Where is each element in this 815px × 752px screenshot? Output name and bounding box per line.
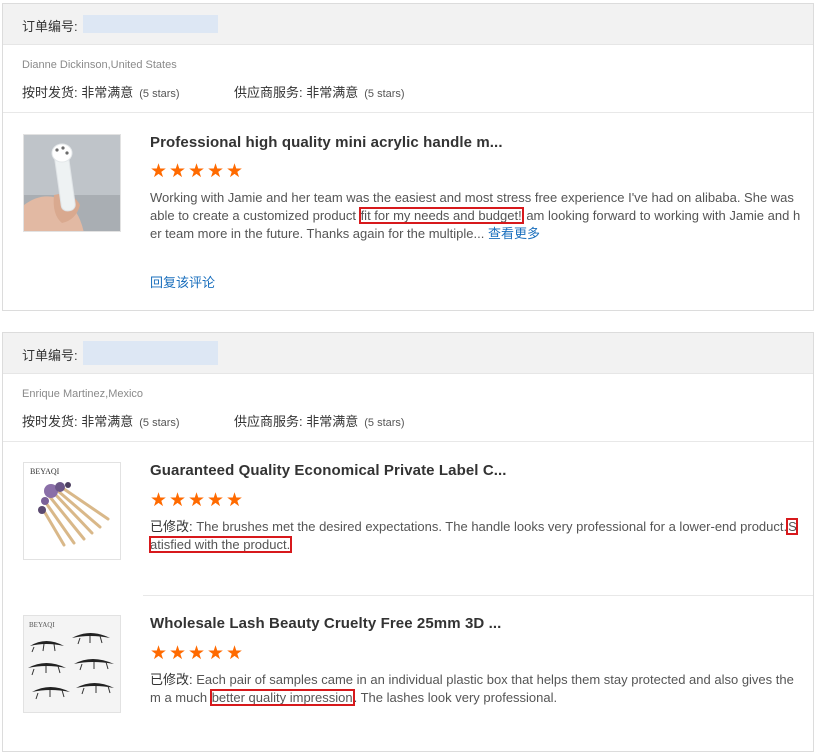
star-icon: ★ bbox=[226, 490, 244, 511]
brand-logo-text: BEYAQI bbox=[30, 467, 60, 476]
order-number-label: 订单编号: bbox=[22, 19, 78, 34]
product-photo-acrylic-brush bbox=[24, 135, 120, 231]
star-icon: ★ bbox=[207, 490, 225, 511]
product-photo-brush-set: BEYAQI bbox=[24, 463, 120, 559]
ratings-row: 按时发货: 非常满意 (5 stars) 供应商服务: 非常满意 (5 stars) bbox=[22, 411, 405, 430]
order-number-redacted bbox=[83, 341, 218, 365]
service-rating-label: 供应商服务: 非常满意 bbox=[234, 85, 359, 100]
highlighted-phrase: better quality impression bbox=[209, 689, 355, 706]
star-icon: ★ bbox=[150, 643, 168, 664]
order-header: 订单编号: bbox=[3, 333, 813, 374]
order-number-label: 订单编号: bbox=[22, 348, 78, 363]
delivery-stars-count: (5 stars) bbox=[139, 88, 180, 100]
edited-label: 已修改: bbox=[150, 672, 193, 687]
star-icon: ★ bbox=[226, 161, 244, 182]
ratings-row: 按时发货: 非常满意 (5 stars) 供应商服务: 非常满意 (5 stars) bbox=[22, 82, 405, 101]
service-stars-count: (5 stars) bbox=[364, 88, 405, 100]
buyer-name: Enrique Martinez,Mexico bbox=[22, 388, 144, 400]
divider bbox=[3, 441, 813, 442]
delivery-rating-label: 按时发货: 非常满意 bbox=[22, 414, 134, 429]
review-text: 已修改: Each pair of samples came in an ind… bbox=[150, 671, 802, 707]
highlighted-phrase: fit for my needs and budget! bbox=[358, 207, 524, 224]
star-icon: ★ bbox=[188, 161, 206, 182]
star-icon: ★ bbox=[150, 490, 168, 511]
buyer-name: Dianne Dickinson,United States bbox=[22, 59, 177, 71]
star-icon: ★ bbox=[207, 161, 225, 182]
review-text-part: The brushes met the desired expectations… bbox=[192, 519, 788, 534]
product-thumbnail[interactable]: BEYAQI bbox=[23, 462, 121, 560]
star-icon: ★ bbox=[188, 490, 206, 511]
product-title[interactable]: Guaranteed Quality Economical Private La… bbox=[150, 462, 507, 479]
delivery-stars-count: (5 stars) bbox=[139, 417, 180, 429]
star-icon: ★ bbox=[226, 643, 244, 664]
star-rating: ★ ★ ★ ★ ★ bbox=[150, 643, 245, 664]
review-card: 订单编号: Enrique Martinez,Mexico 按时发货: 非常满意… bbox=[2, 332, 814, 752]
product-thumbnail[interactable] bbox=[23, 134, 121, 232]
edited-label: 已修改: bbox=[150, 519, 193, 534]
star-icon: ★ bbox=[169, 161, 187, 182]
star-icon: ★ bbox=[150, 161, 168, 182]
star-rating: ★ ★ ★ ★ ★ bbox=[150, 161, 245, 182]
divider bbox=[3, 112, 813, 113]
product-title[interactable]: Professional high quality mini acrylic h… bbox=[150, 134, 503, 151]
star-icon: ★ bbox=[169, 490, 187, 511]
see-more-link[interactable]: 查看更多 bbox=[488, 226, 540, 241]
delivery-rating-label: 按时发货: 非常满意 bbox=[22, 85, 134, 100]
star-rating: ★ ★ ★ ★ ★ bbox=[150, 490, 245, 511]
review-card: 订单编号: Dianne Dickinson,United States 按时发… bbox=[2, 3, 814, 311]
review-text: 已修改: The brushes met the desired expecta… bbox=[149, 518, 802, 554]
divider bbox=[143, 595, 813, 596]
review-text-part: . The lashes look very professional. bbox=[353, 690, 558, 705]
product-photo-lashes: BEYAQI bbox=[24, 616, 120, 712]
service-stars-count: (5 stars) bbox=[364, 417, 405, 429]
service-rating-label: 供应商服务: 非常满意 bbox=[234, 414, 359, 429]
review-text: Working with Jamie and her team was the … bbox=[150, 189, 802, 243]
brand-logo-text: BEYAQI bbox=[29, 621, 55, 629]
star-icon: ★ bbox=[188, 643, 206, 664]
product-title[interactable]: Wholesale Lash Beauty Cruelty Free 25mm … bbox=[150, 615, 501, 632]
order-number-redacted bbox=[83, 15, 218, 33]
star-icon: ★ bbox=[169, 643, 187, 664]
star-icon: ★ bbox=[207, 643, 225, 664]
order-header: 订单编号: bbox=[3, 4, 813, 45]
product-thumbnail[interactable]: BEYAQI bbox=[23, 615, 121, 713]
reply-to-review-link[interactable]: 回复该评论 bbox=[150, 272, 215, 291]
